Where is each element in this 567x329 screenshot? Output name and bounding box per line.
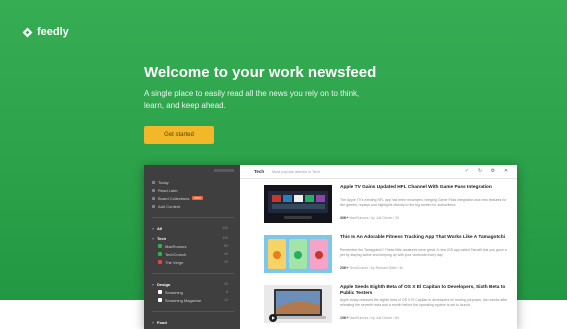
sidebar-divider — [152, 217, 234, 218]
sidebar-item-label: MacRumors — [165, 243, 187, 249]
apple-tv-image — [264, 185, 332, 223]
sidebar-feed-the-verge[interactable]: The Verge 20 — [158, 259, 234, 265]
sidebar-search-bar[interactable] — [214, 169, 234, 172]
article-title[interactable]: Apple TV Gains Updated HFL Channel With … — [340, 185, 508, 191]
sidebar-feed-smashing[interactable]: Smashing 8 — [158, 289, 234, 295]
sidebar-item-label: Add Content — [158, 203, 181, 209]
sidebar-item-read-later[interactable]: Read Later — [152, 187, 178, 193]
sidebar-folder-design[interactable]: ▾ Design 20 — [152, 281, 234, 287]
sidebar-item-add-content[interactable]: Add Content — [152, 203, 180, 209]
chevron-down-icon: ▾ — [152, 319, 155, 325]
sidebar-item-label: Board Collections — [158, 195, 190, 201]
sidebar-feed-smashing-magazine[interactable]: Smashing Magazine 12 — [158, 297, 234, 303]
unread-count: 12 — [224, 298, 228, 302]
article-card[interactable]: Apple Seeds Eighth Beta of OS X El Capit… — [264, 285, 514, 327]
unread-count: 40 — [224, 252, 228, 256]
today-icon — [152, 180, 155, 184]
feed-favicon — [158, 252, 162, 256]
feed-title[interactable]: Tech — [254, 169, 264, 174]
app-preview-window: Today Read Later Board Collections PRO A… — [144, 165, 517, 329]
sidebar-item-today[interactable]: Today — [152, 179, 169, 185]
unread-count: 20 — [224, 282, 228, 286]
engagement-count: 10K+ — [340, 316, 349, 320]
feed-favicon — [158, 260, 162, 264]
sidebar-item-label: Smashing — [165, 289, 183, 295]
sidebar-item-label: Design — [157, 281, 171, 287]
article-snippet: Remember the Tamagotchi? These little cr… — [340, 248, 507, 257]
close-icon[interactable]: ✕ — [503, 168, 509, 174]
unread-count: 20 — [224, 260, 228, 264]
engagement-count: 30K+ — [340, 216, 349, 220]
plus-icon — [152, 204, 155, 208]
fitness-app-image — [264, 235, 332, 273]
sidebar-item-label: Food — [157, 319, 167, 325]
article-snippet: Apple today released the eighth beta of … — [340, 298, 508, 307]
settings-icon[interactable]: ⚙ — [490, 168, 496, 174]
article-thumbnail — [264, 235, 332, 273]
chevron-down-icon: ▾ — [152, 235, 155, 241]
unread-count: 130 — [222, 226, 228, 230]
check-icon[interactable]: ✓ — [464, 168, 470, 174]
sidebar-item-label: Tech — [157, 235, 167, 241]
article-meta: 10K+ MacRumors / by Juli Clover / 6h — [340, 316, 399, 320]
article-snippet: The Apple TV's existing NFL app has been… — [340, 198, 507, 207]
feedly-logo-icon — [22, 27, 33, 37]
hero-subhead: A single place to easily read all the ne… — [144, 89, 360, 110]
sidebar-item-label: Today — [158, 179, 169, 185]
brand-name: feedly — [37, 26, 69, 38]
unread-count: 8 — [226, 290, 228, 294]
article-source: MacRumors / by Juli Clover / 2h — [349, 216, 400, 220]
sidebar-item-board-collections[interactable]: Board Collections PRO — [152, 195, 203, 201]
sidebar-divider — [152, 311, 234, 312]
sidebar: Today Read Later Board Collections PRO A… — [144, 165, 240, 329]
sidebar-folder-food[interactable]: ▾ Food — [152, 319, 234, 325]
article-card[interactable]: This Is An Adorable Fitness Tracking App… — [264, 235, 514, 277]
unread-count: 50 — [224, 244, 228, 248]
board-icon — [152, 196, 155, 200]
sidebar-item-label: Smashing Magazine — [165, 297, 202, 303]
article-title[interactable]: Apple Seeds Eighth Beta of OS X El Capit… — [340, 285, 508, 297]
refresh-icon[interactable]: ↻ — [477, 168, 483, 174]
sidebar-item-label: Read Later — [158, 187, 178, 193]
article-meta: 20K+ TechCrunch / by Romain Dillet / 4h — [340, 266, 403, 270]
chevron-down-icon: ▾ — [152, 281, 155, 287]
engagement-count: 20K+ — [340, 266, 349, 270]
article-source: TechCrunch / by Romain Dillet / 4h — [349, 266, 404, 270]
breadcrumb: Most popular articles in Tech — [272, 169, 321, 174]
bookmark-icon — [152, 188, 155, 192]
article-meta: 30K+ MacRumors / by Juli Clover / 2h — [340, 216, 399, 220]
article-thumbnail — [264, 185, 332, 223]
sidebar-feed-macrumors[interactable]: MacRumors 50 — [158, 243, 234, 249]
chevron-down-icon: ▾ — [152, 225, 155, 231]
feed-favicon — [158, 244, 162, 248]
main-content: Tech Most popular articles in Tech ✓ ↻ ⚙… — [240, 165, 517, 329]
sidebar-divider — [152, 273, 234, 274]
macbook-image — [264, 285, 332, 323]
sidebar-folder-tech[interactable]: ▾ Tech 110 — [152, 235, 234, 241]
feed-favicon — [158, 290, 162, 294]
feed-favicon — [158, 298, 162, 302]
article-source: MacRumors / by Juli Clover / 6h — [349, 316, 400, 320]
article-card[interactable]: Apple TV Gains Updated HFL Channel With … — [264, 185, 514, 227]
get-started-button[interactable]: Get started — [144, 126, 214, 144]
sidebar-item-all[interactable]: ▾ All 130 — [152, 225, 234, 231]
unread-count: 110 — [222, 236, 228, 240]
article-title[interactable]: This Is An Adorable Fitness Tracking App… — [340, 235, 508, 241]
feedly-logo[interactable]: feedly — [22, 26, 69, 38]
sidebar-item-label: The Verge — [165, 259, 184, 265]
pro-badge: PRO — [192, 196, 203, 200]
page-title: Welcome to your work newsfeed — [144, 64, 377, 81]
toolbar: Tech Most popular articles in Tech ✓ ↻ ⚙… — [240, 165, 517, 179]
sidebar-feed-techcrunch[interactable]: TechCrunch 40 — [158, 251, 234, 257]
toolbar-actions: ✓ ↻ ⚙ ✕ — [464, 168, 509, 174]
sidebar-item-label: All — [157, 225, 163, 231]
sidebar-item-label: TechCrunch — [165, 251, 187, 257]
article-thumbnail — [264, 285, 332, 323]
